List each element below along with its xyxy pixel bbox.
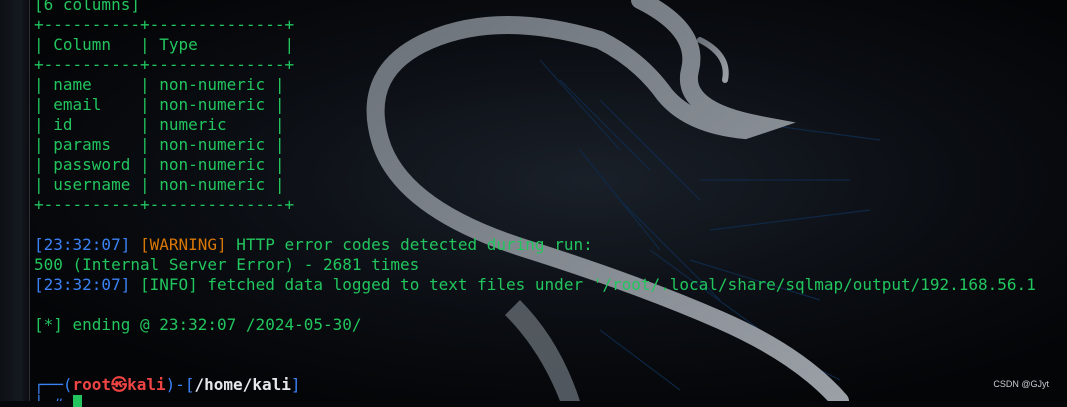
info-log-line: [23:32:07] [INFO] fetched data logged to… (34, 275, 1036, 295)
warning-log-line: [23:32:07] [WARNING] HTTP error codes de… (34, 235, 593, 255)
prompt-corner: ┌──( (34, 375, 73, 394)
shell-prompt: ┌──(root㉿kali)-[/home/kali] (34, 375, 300, 395)
warning-timestamp: [23:32:07] (34, 235, 131, 254)
warning-message: HTTP error codes detected during run: (226, 235, 593, 254)
info-timestamp: [23:32:07] (34, 275, 131, 294)
terminal-output: [6 columns] +----------+--------------+ … (0, 0, 1067, 401)
error-count-line: 500 (Internal Server Error) - 2681 times (34, 255, 420, 274)
table-row: | params | non-numeric | (34, 135, 285, 154)
watermark: CSDN @GJyt (993, 379, 1049, 389)
table-row: | id | numeric | (34, 115, 285, 134)
table-border-top: +----------+--------------+ (34, 15, 295, 34)
table-header-row: | Column | Type | (34, 35, 295, 54)
warning-tag: [WARNING] (139, 235, 227, 254)
prompt-user: root (72, 375, 112, 394)
table-border-bottom: +----------+--------------+ (34, 195, 295, 214)
table-row: | password | non-numeric | (34, 155, 285, 174)
prompt-second-line: └─# (34, 395, 63, 401)
prompt-input-line[interactable]: └─# (34, 395, 63, 401)
skull-icon: ㉿ (111, 375, 128, 394)
table-row: | name | non-numeric | (34, 75, 285, 94)
info-tag: [INFO] (139, 275, 198, 294)
ending-line: [*] ending @ 23:32:07 /2024-05-30/ (34, 315, 362, 334)
info-message: fetched data logged to text files under … (197, 275, 603, 294)
text-cursor (73, 395, 82, 407)
table-row: | email | non-numeric | (34, 95, 285, 114)
prompt-host: kali (127, 375, 166, 394)
prompt-close: ] (290, 375, 301, 394)
table-row: | username | non-numeric | (34, 175, 285, 194)
table-border-mid: +----------+--------------+ (34, 55, 295, 74)
columns-count-line: [6 columns] (34, 0, 140, 14)
output-path: /root/.local/share/sqlmap/output/192.168… (602, 275, 1036, 294)
prompt-cwd: /home/kali (194, 375, 291, 394)
prompt-separator: )-[ (165, 375, 195, 394)
